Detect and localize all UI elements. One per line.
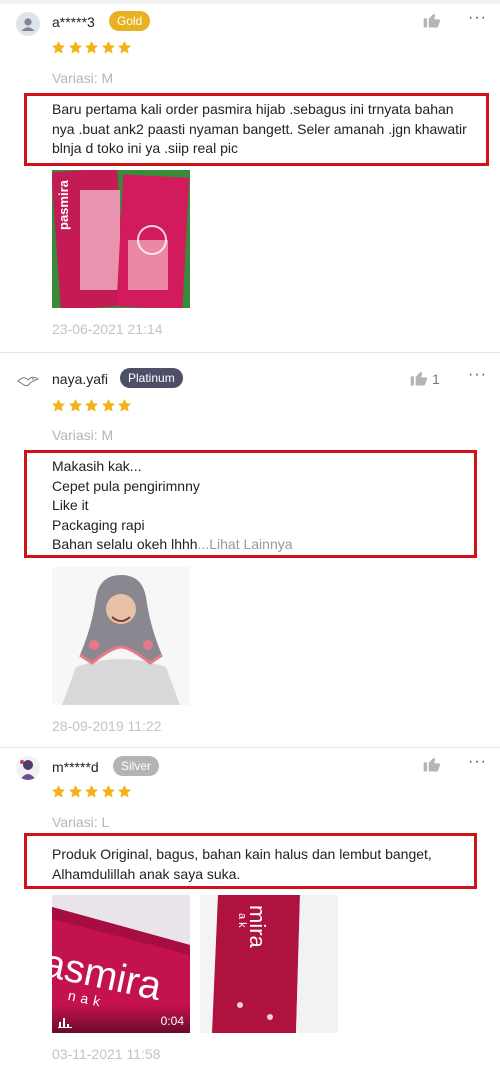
star-icon — [68, 40, 82, 54]
star-icon — [84, 40, 99, 54]
star-icon — [101, 784, 115, 798]
username[interactable]: m*****d — [52, 758, 99, 776]
comment-line-text: Bahan selalu okeh lhhh — [52, 536, 198, 552]
more-options-icon[interactable]: ··· — [468, 367, 487, 383]
comment-line: Makasih kak... — [52, 458, 142, 474]
user-avatar-icon — [16, 756, 40, 780]
star-icon — [101, 398, 115, 412]
review-date: 23-06-2021 21:14 — [52, 321, 163, 337]
thumbs-up-icon[interactable] — [422, 10, 442, 30]
photo-brand-subtext: ak — [236, 913, 248, 931]
comment-line: Packaging rapi — [52, 516, 145, 533]
more-options-icon[interactable]: ··· — [468, 10, 487, 26]
video-stats-icon — [58, 1018, 72, 1028]
tier-badge: Gold — [109, 11, 151, 31]
rating-stars — [51, 784, 134, 802]
review-photo[interactable]: mira ak — [200, 895, 338, 1033]
tier-badge: Platinum — [120, 368, 183, 388]
star-icon — [68, 398, 82, 412]
variation-label: Variasi: M — [52, 70, 114, 86]
star-icon — [101, 40, 115, 54]
review-item: m*****d Silver ··· Variasi: L Produk Ori… — [0, 748, 500, 1077]
comment-line: Produk Original, bagus, bahan kain halus… — [52, 846, 432, 862]
tier-badge: Silver — [113, 756, 160, 776]
comment-line: Alhamdulillah anak saya suka. — [52, 865, 241, 882]
star-icon — [51, 40, 66, 54]
review-date: 03-11-2021 11:58 — [52, 1046, 161, 1062]
review-comment: Baru pertama kali order pasmira hijab .s… — [24, 93, 489, 166]
star-icon — [84, 398, 99, 412]
comment-line: Baru pertama kali order pasmira hijab .s… — [52, 101, 454, 117]
thumbs-up-icon[interactable] — [422, 754, 442, 774]
review-date: 28-09-2019 11:22 — [52, 718, 162, 734]
avatar[interactable] — [16, 12, 40, 36]
review-video[interactable]: asmira nak 0:04 — [52, 895, 190, 1033]
username[interactable]: naya.yafi — [52, 370, 108, 388]
review-photo[interactable] — [52, 567, 190, 705]
video-duration: 0:04 — [160, 1014, 184, 1028]
user-avatar-icon — [21, 18, 35, 31]
like-count: 1 — [432, 371, 440, 387]
thumbs-up-icon[interactable] — [409, 368, 429, 388]
variation-label: Variasi: M — [52, 427, 114, 443]
review-photo[interactable]: pasmira — [52, 170, 190, 308]
photo-brand-text: pasmira — [56, 180, 71, 230]
comment-line: Like it — [52, 497, 89, 513]
star-icon — [117, 398, 132, 412]
see-more-link[interactable]: ...Lihat Lainnya — [198, 536, 293, 552]
star-icon — [117, 40, 132, 54]
star-icon — [51, 398, 66, 412]
rating-stars — [51, 40, 134, 58]
star-icon — [117, 784, 132, 798]
avatar[interactable] — [16, 756, 40, 780]
username[interactable]: a*****3 — [52, 13, 95, 31]
more-options-icon[interactable]: ··· — [468, 754, 487, 770]
review-comment: Makasih kak... Cepet pula pengirimnny Li… — [24, 450, 477, 558]
rating-stars — [51, 398, 134, 416]
comment-line: blnja d toko ini ya .siip real pic — [52, 140, 238, 156]
review-item: naya.yafi Platinum 1 ··· Variasi: M Maka… — [0, 353, 500, 747]
review-item: a*****3 Gold ··· Variasi: M Baru pertama… — [0, 0, 500, 352]
star-icon — [68, 784, 82, 798]
star-icon — [84, 784, 99, 798]
comment-line: Cepet pula pengirimnny — [52, 477, 200, 494]
variation-label: Variasi: L — [52, 814, 110, 830]
bird-avatar-icon — [17, 376, 40, 387]
comment-line: nya .buat ank2 paasti nyaman bangett. Se… — [52, 120, 467, 137]
review-comment: Produk Original, bagus, bahan kain halus… — [24, 833, 477, 889]
star-icon — [51, 784, 66, 798]
avatar[interactable] — [16, 369, 40, 393]
comment-line: Bahan selalu okeh lhhh...Lihat Lainnya — [52, 535, 474, 555]
